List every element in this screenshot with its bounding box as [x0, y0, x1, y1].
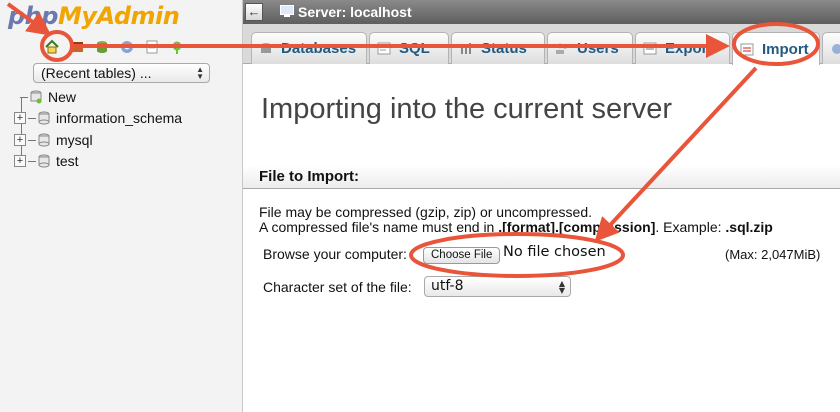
tree-item-label: test — [56, 153, 79, 169]
tree-item-information-schema[interactable]: + information_schema — [14, 109, 182, 127]
compression-note: File may be compressed (gzip, zip) or un… — [259, 204, 593, 220]
import-panel: Importing into the current server File t… — [243, 65, 840, 412]
tab-more[interactable] — [822, 32, 840, 64]
collapse-navigation-button[interactable]: ← — [245, 3, 263, 21]
import-icon — [740, 43, 754, 55]
file-status-text: No file chosen — [503, 244, 606, 260]
recent-tables-select[interactable]: (Recent tables) ... ▲ ▼ — [33, 63, 210, 83]
export-icon — [643, 42, 657, 55]
charset-select[interactable]: utf-8 ▲ ▼ — [424, 276, 571, 297]
database-icon — [38, 154, 50, 168]
database-icon — [38, 133, 50, 147]
logo-php-text: php — [8, 2, 58, 30]
filename-note-prefix: A compressed file's name must end in — [259, 219, 499, 235]
expand-icon[interactable]: + — [14, 112, 26, 124]
database-icon — [38, 111, 50, 125]
phpmyadmin-logo[interactable]: phpMyAdmin — [8, 2, 180, 34]
server-icon — [280, 5, 294, 17]
filename-example: .sql.zip — [725, 219, 773, 235]
server-label[interactable]: Server: localhost — [298, 4, 412, 20]
tab-sql[interactable]: SQL — [369, 32, 449, 64]
server-breadcrumb-bar: ← Server: localhost — [243, 0, 840, 24]
select-arrows-icon: ▲ ▼ — [196, 65, 204, 81]
filename-note: A compressed file's name must end in .[f… — [259, 219, 773, 235]
tab-label: SQL — [399, 40, 430, 57]
section-title: File to Import: — [259, 168, 359, 185]
page-title: Importing into the current server — [261, 93, 673, 125]
status-icon — [461, 43, 471, 54]
databases-icon — [261, 43, 271, 53]
tree-item-new[interactable]: New — [20, 88, 76, 106]
file-to-import-section-header: File to Import: — [243, 165, 840, 189]
choose-file-button[interactable]: Choose File — [423, 247, 501, 264]
db-icon[interactable] — [94, 39, 110, 55]
tab-users[interactable]: Users — [547, 32, 633, 64]
tree-branch — [20, 96, 28, 98]
sql-icon — [377, 42, 391, 55]
tab-import[interactable]: Import — [732, 32, 820, 65]
browse-label: Browse your computer: — [263, 246, 407, 262]
filename-format: .[format].[compression] — [498, 219, 656, 235]
gear-icon[interactable] — [119, 39, 135, 55]
tree-item-test[interactable]: + test — [14, 152, 79, 170]
new-db-icon — [30, 90, 42, 104]
recent-tables-value: (Recent tables) ... — [41, 65, 152, 81]
settings-icon — [832, 44, 840, 54]
users-icon — [556, 43, 567, 54]
expand-icon[interactable]: + — [14, 134, 26, 146]
tab-label: Status — [481, 40, 527, 57]
tree-branch — [28, 139, 36, 141]
navigation-icons — [44, 37, 185, 57]
docs-icon[interactable] — [144, 39, 160, 55]
tab-export[interactable]: Export — [635, 32, 730, 64]
tree-item-label: information_schema — [56, 110, 183, 126]
charset-label: Character set of the file: — [263, 279, 412, 295]
navigation-panel: phpMyAdmin (Recent tables) ... ▲▼ New + — [0, 0, 243, 412]
expand-icon[interactable]: + — [14, 155, 26, 167]
tab-bar: Databases SQL Status Users Export Import — [243, 24, 840, 65]
tree-item-label: mysql — [56, 132, 93, 148]
tree-item-mysql[interactable]: + mysql — [14, 131, 93, 149]
tree-branch — [28, 117, 36, 119]
filename-note-middle: . Example: — [655, 219, 726, 235]
tab-databases[interactable]: Databases — [251, 32, 367, 64]
table-icon[interactable] — [69, 39, 85, 55]
tab-label: Export — [665, 40, 713, 57]
tab-label: Import — [762, 40, 809, 58]
tab-label: Users — [577, 40, 619, 57]
tree-branch — [28, 160, 36, 162]
tree-item-label: New — [48, 89, 77, 105]
select-arrows-icon: ▲ ▼ — [558, 279, 565, 295]
tab-status[interactable]: Status — [451, 32, 545, 64]
charset-value: utf-8 — [431, 278, 464, 294]
settings-icon[interactable] — [169, 39, 185, 55]
tab-label: Databases — [281, 40, 357, 57]
max-upload-size: (Max: 2,047MiB) — [725, 247, 821, 262]
home-icon[interactable] — [44, 39, 60, 55]
logo-myadmin-text: MyAdmin — [57, 2, 180, 30]
